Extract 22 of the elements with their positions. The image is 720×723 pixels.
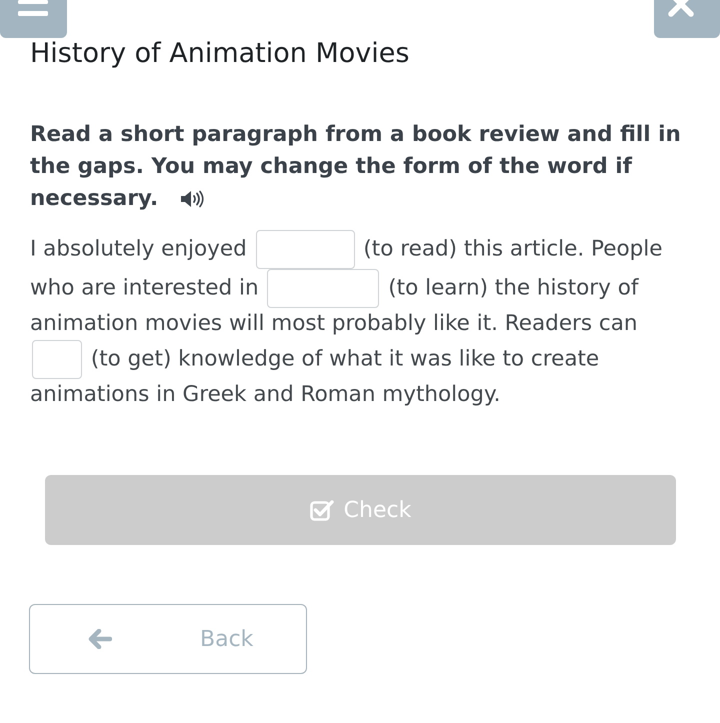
passage-text: (to get) knowledge of what it was like to create — [90, 346, 600, 372]
close-icon — [668, 0, 694, 18]
instruction-text: necessary. — [30, 185, 158, 213]
gap-field[interactable] — [32, 340, 82, 379]
page-title: History of Animation Movies — [30, 38, 410, 70]
gap-field[interactable] — [267, 269, 380, 308]
checkbox-tick-icon — [310, 499, 334, 521]
close-button[interactable] — [654, 0, 720, 38]
passage-text: animations in Greek and Roman mythology. — [30, 382, 500, 407]
left-arrow-icon — [88, 629, 112, 649]
back-button[interactable]: Back — [29, 604, 307, 674]
menu-button[interactable] — [0, 0, 67, 38]
instruction-text: Read a short paragraph from a book review and fill in — [30, 121, 681, 149]
passage-text: I absolutely enjoyed — [30, 236, 247, 262]
passage-text: who are interested in — [30, 275, 259, 300]
gap-field[interactable] — [256, 230, 355, 269]
menu-icon — [18, 0, 48, 17]
instruction-text: the gaps. You may change the form of the word if — [30, 153, 632, 181]
passage-text: (to learn) the history of — [388, 275, 638, 300]
passage-text: animation movies will most probably like it. Readers can — [30, 311, 638, 336]
speaker-icon[interactable] — [180, 190, 204, 208]
passage-text: (to read) this article. People — [363, 236, 662, 262]
